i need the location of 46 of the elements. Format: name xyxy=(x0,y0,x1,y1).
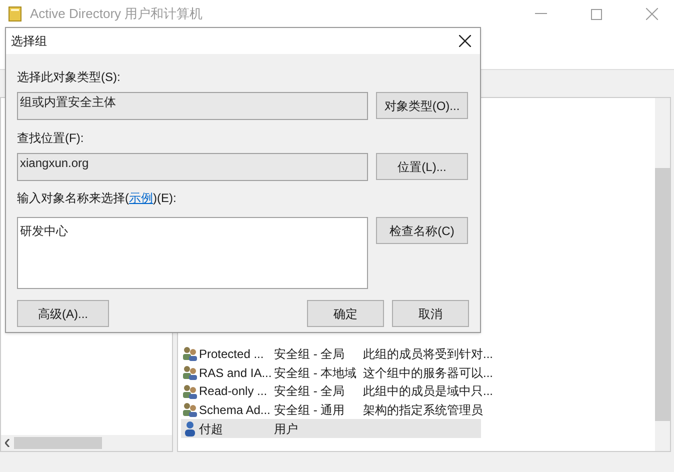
list-cell-text: 安全组 - 通用 xyxy=(274,402,346,419)
list-cell-text: 这个组中的服务器可以... xyxy=(363,364,494,382)
check-names-button[interactable]: 检查名称(C) xyxy=(376,217,468,244)
users-icon xyxy=(182,384,198,399)
list-cell-text: 此组中的成员是域中只... xyxy=(363,383,494,400)
users-icon xyxy=(182,365,198,380)
scrollbar-thumb[interactable] xyxy=(14,437,102,449)
users-icon xyxy=(182,346,198,362)
list-cell-text: Read-only ... xyxy=(199,383,268,400)
object-type-button[interactable]: 对象类型(O)... xyxy=(376,92,468,119)
close-icon[interactable] xyxy=(459,35,471,47)
list-cell-text: RAS and IA... xyxy=(199,364,273,382)
maximize-icon[interactable] xyxy=(591,8,602,20)
user-icon xyxy=(183,420,197,437)
folder-icon xyxy=(8,6,22,22)
object-type-field[interactable]: 组或内置安全主体 xyxy=(17,92,368,120)
list-cell-text: 架构的指定系统管理员 xyxy=(363,402,483,419)
list-row[interactable]: Protected ... 安全组 - 全局 此组的成员将受到针对... xyxy=(181,344,496,364)
location-field[interactable]: xiangxun.org xyxy=(17,153,368,181)
list-row[interactable]: Schema Ad... 安全组 - 通用 架构的指定系统管理员 xyxy=(181,400,485,420)
list-cell-text: 此组的成员将受到针对... xyxy=(363,346,494,363)
window-title: Active Directory 用户和计算机 xyxy=(30,5,204,24)
example-link[interactable]: 示例 xyxy=(129,191,153,205)
field-label: 查找位置(F): xyxy=(17,130,85,145)
field-label: 输入对象名称来选择(示例)(E): xyxy=(17,190,178,205)
advanced-button[interactable]: 高级(A)... xyxy=(17,300,109,327)
list-cell-text: 安全组 - 本地域 xyxy=(274,364,358,382)
field-label: 选择此对象类型(S): xyxy=(17,69,122,84)
list-row[interactable]: 付超 用户 xyxy=(181,419,481,438)
scrollbar-thumb[interactable] xyxy=(655,168,670,421)
dialog-title: 选择组 xyxy=(11,33,48,50)
list-cell-text: 安全组 - 全局 xyxy=(274,346,346,363)
cancel-button[interactable]: 取消 xyxy=(392,300,469,327)
list-cell-text: 付超 xyxy=(199,420,224,438)
list-cell-text: 安全组 - 全局 xyxy=(274,383,346,400)
object-name-field[interactable]: 研发中心 xyxy=(17,217,368,289)
ok-button[interactable]: 确定 xyxy=(307,300,384,327)
list-row[interactable]: Read-only ... 安全组 - 全局 此组中的成员是域中只... xyxy=(181,382,496,401)
list-cell-text: Protected ... xyxy=(199,346,265,363)
list-row[interactable]: RAS and IA... 安全组 - 本地域 这个组中的服务器可以... xyxy=(181,363,496,382)
list-cell-text: 用户 xyxy=(274,420,299,438)
minimize-icon[interactable] xyxy=(535,13,547,15)
list-cell-text: Schema Ad... xyxy=(199,402,272,419)
users-icon xyxy=(182,402,198,418)
location-button[interactable]: 位置(L)... xyxy=(376,153,468,180)
scroll-left-icon[interactable] xyxy=(5,439,10,447)
